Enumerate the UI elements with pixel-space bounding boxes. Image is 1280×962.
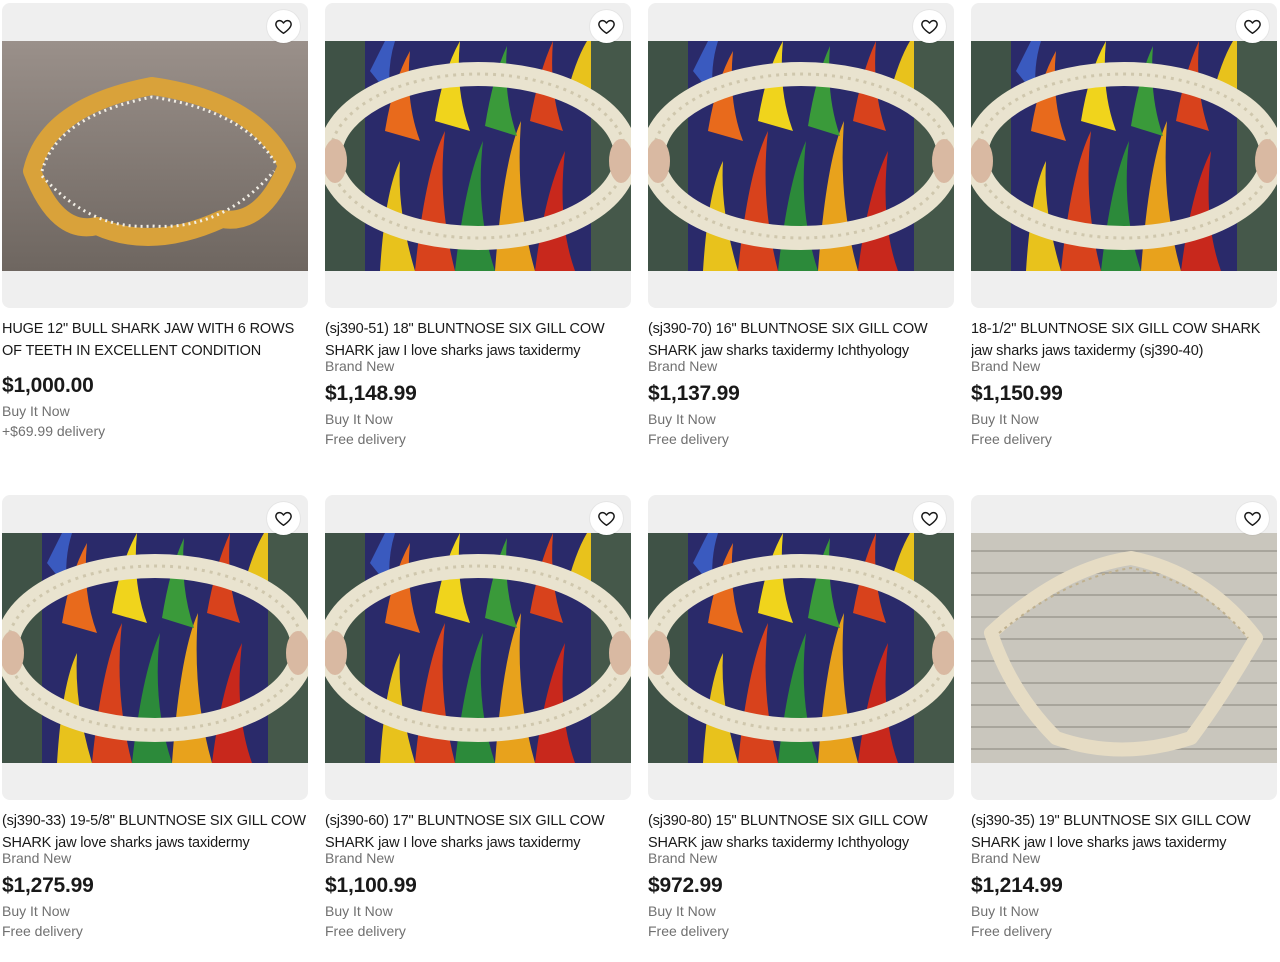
listing-title[interactable]: (sj390-70) 16" BLUNTNOSE SIX GILL COW SH… [648, 319, 956, 362]
watch-button[interactable] [1236, 10, 1269, 43]
listing-card[interactable]: (sj390-80) 15" BLUNTNOSE SIX GILL COW SH… [648, 495, 956, 939]
watch-button[interactable] [267, 502, 300, 535]
listing-format: Buy It Now [325, 411, 393, 427]
heart-icon [1243, 509, 1262, 528]
listing-media[interactable] [648, 495, 954, 800]
listing-format: Buy It Now [325, 903, 393, 919]
listing-price: $1,150.99 [971, 382, 1063, 405]
listing-price: $1,148.99 [325, 382, 417, 405]
shark-jaw-held-photo[interactable] [648, 41, 954, 271]
heart-icon [274, 509, 293, 528]
watch-button[interactable] [590, 502, 623, 535]
listing-media[interactable] [971, 3, 1277, 308]
listing-grid: HUGE 12" BULL SHARK JAW WITH 6 ROWS OF T… [0, 0, 1280, 962]
listing-card[interactable]: (sj390-35) 19" BLUNTNOSE SIX GILL COW SH… [971, 495, 1279, 939]
watch-button[interactable] [913, 10, 946, 43]
listing-card[interactable]: (sj390-33) 19-5/8" BLUNTNOSE SIX GILL CO… [2, 495, 310, 939]
listing-card[interactable]: (sj390-70) 16" BLUNTNOSE SIX GILL COW SH… [648, 3, 956, 447]
listing-media[interactable] [971, 495, 1277, 800]
shark-jaw-on-siding-photo[interactable] [971, 533, 1277, 763]
listing-price: $1,100.99 [325, 874, 417, 897]
heart-icon [597, 17, 616, 36]
listing-shipping: Free delivery [648, 431, 729, 447]
listing-title[interactable]: (sj390-35) 19" BLUNTNOSE SIX GILL COW SH… [971, 811, 1279, 854]
listing-title[interactable]: (sj390-80) 15" BLUNTNOSE SIX GILL COW SH… [648, 811, 956, 854]
listing-title[interactable]: (sj390-51) 18" BLUNTNOSE SIX GILL COW SH… [325, 319, 633, 362]
listing-title[interactable]: (sj390-33) 19-5/8" BLUNTNOSE SIX GILL CO… [2, 811, 310, 854]
listing-shipping: +$69.99 delivery [2, 423, 106, 439]
listing-title[interactable]: 18-1/2" BLUNTNOSE SIX GILL COW SHARK jaw… [971, 319, 1279, 362]
listing-title[interactable]: HUGE 12" BULL SHARK JAW WITH 6 ROWS OF T… [2, 319, 310, 362]
listing-card[interactable]: (sj390-51) 18" BLUNTNOSE SIX GILL COW SH… [325, 3, 633, 447]
shark-jaw-held-photo[interactable] [325, 41, 631, 271]
watch-button[interactable] [1236, 502, 1269, 535]
listing-format: Buy It Now [971, 411, 1039, 427]
listing-shipping: Free delivery [325, 431, 406, 447]
listing-format: Buy It Now [648, 411, 716, 427]
listing-media[interactable] [2, 495, 308, 800]
shark-jaw-held-photo[interactable] [325, 533, 631, 763]
heart-icon [597, 509, 616, 528]
listing-price: $1,000.00 [2, 374, 94, 397]
listing-card[interactable]: 18-1/2" BLUNTNOSE SIX GILL COW SHARK jaw… [971, 3, 1279, 447]
listing-price: $1,137.99 [648, 382, 740, 405]
listing-media[interactable] [648, 3, 954, 308]
listing-format: Buy It Now [2, 903, 70, 919]
heart-icon [274, 17, 293, 36]
listing-shipping: Free delivery [648, 923, 729, 939]
listing-format: Buy It Now [971, 903, 1039, 919]
listing-title[interactable]: (sj390-60) 17" BLUNTNOSE SIX GILL COW SH… [325, 811, 633, 854]
watch-button[interactable] [913, 502, 946, 535]
listing-card[interactable]: HUGE 12" BULL SHARK JAW WITH 6 ROWS OF T… [2, 3, 310, 439]
heart-icon [920, 17, 939, 36]
listing-format: Buy It Now [2, 403, 70, 419]
listing-price: $1,214.99 [971, 874, 1063, 897]
listing-card[interactable]: (sj390-60) 17" BLUNTNOSE SIX GILL COW SH… [325, 495, 633, 939]
watch-button[interactable] [590, 10, 623, 43]
shark-jaw-held-photo[interactable] [648, 533, 954, 763]
shark-jaw-held-photo[interactable] [2, 533, 308, 763]
listing-price: $972.99 [648, 874, 723, 897]
listing-format: Buy It Now [648, 903, 716, 919]
listing-shipping: Free delivery [325, 923, 406, 939]
bull-shark-jaw-photo[interactable] [2, 41, 308, 271]
watch-button[interactable] [267, 10, 300, 43]
listing-shipping: Free delivery [2, 923, 83, 939]
listing-shipping: Free delivery [971, 431, 1052, 447]
shark-jaw-held-photo[interactable] [971, 41, 1277, 271]
heart-icon [920, 509, 939, 528]
heart-icon [1243, 17, 1262, 36]
listing-price: $1,275.99 [2, 874, 94, 897]
listing-media[interactable] [325, 495, 631, 800]
listing-media[interactable] [2, 3, 308, 308]
listing-media[interactable] [325, 3, 631, 308]
listing-shipping: Free delivery [971, 923, 1052, 939]
